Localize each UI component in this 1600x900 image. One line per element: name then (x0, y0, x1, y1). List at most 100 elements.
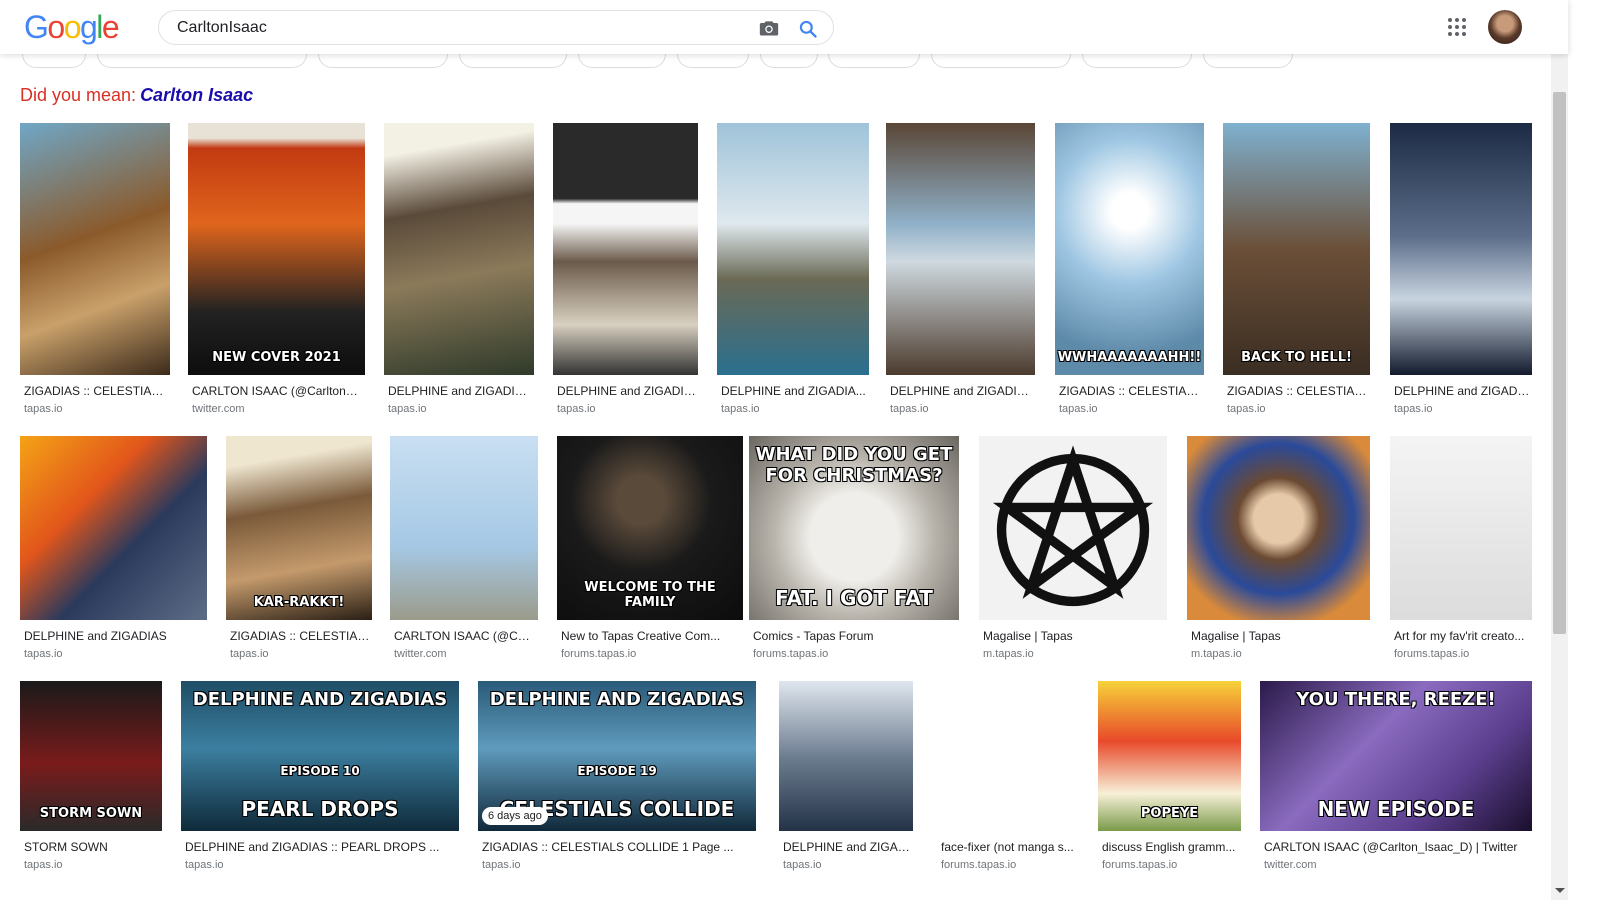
result-title[interactable]: face-fixer (not manga s... (941, 840, 1077, 854)
apps-grid-icon[interactable] (1447, 17, 1467, 37)
result-thumbnail[interactable] (886, 123, 1035, 375)
result-title[interactable]: STORM SOWN (24, 840, 160, 854)
image-result-tile[interactable]: DELPHINE and ZIGADIAS tapas.io (20, 436, 207, 664)
result-thumbnail[interactable] (20, 436, 207, 620)
result-title[interactable]: Comics - Tapas Forum (753, 629, 957, 643)
image-result-tile[interactable]: DELPHINE AND ZIGADIAS EPISODE 10 PEARL DRO… (181, 681, 459, 875)
thumbnail-art (20, 436, 207, 620)
result-thumbnail[interactable] (553, 123, 698, 375)
result-source: tapas.io (24, 859, 63, 871)
thumbnail-caption: STORM SOWN (39, 806, 143, 821)
camera-icon[interactable] (759, 19, 779, 37)
image-result-tile[interactable]: Art for my fav'rit creato... forums.tapas… (1390, 436, 1532, 664)
image-result-tile[interactable]: WWHAAAAAAAHH!! ZIGADIAS :: CELESTIALS... t… (1055, 123, 1204, 419)
account-avatar[interactable] (1488, 10, 1522, 44)
result-title[interactable]: DELPHINE and ZIGADIAS (24, 629, 205, 643)
scrollbar-thumb[interactable] (1553, 92, 1566, 634)
result-title[interactable]: DELPHINE and ZIGADIA... (557, 384, 696, 398)
image-result-tile[interactable]: KAR-RAKKT! ZIGADIAS :: CELESTIAL... tapas.… (226, 436, 372, 664)
result-thumbnail[interactable] (717, 123, 869, 375)
result-thumbnail[interactable] (979, 436, 1167, 620)
image-result-tile[interactable]: DELPHINE and ZIGADIA... tapas.io (384, 123, 534, 419)
thumbnail-caption: NEW COVER 2021 (212, 350, 341, 365)
image-result-tile[interactable]: BACK TO HELL! ZIGADIAS :: CELESTIAL... tap… (1223, 123, 1370, 419)
result-thumbnail[interactable]: WHAT DID YOU GET FOR CHRISTMAS? FAT. I GO… (749, 436, 959, 620)
search-box[interactable] (158, 10, 834, 45)
result-thumbnail[interactable]: KAR-RAKKT! (226, 436, 372, 620)
image-result-tile[interactable]: ZIGADIAS :: CELESTIALS... tapas.io (20, 123, 170, 419)
image-result-tile[interactable]: WELCOME TO THE FAMILY New to Tapas Creati… (557, 436, 743, 664)
result-title[interactable]: DELPHINE and ZIGADIA... (388, 384, 532, 398)
thumbnail-caption-top: YOU THERE, REEZE! (1296, 689, 1496, 710)
image-result-tile[interactable]: DELPHINE and ZIGADIA... tapas.io (553, 123, 698, 419)
result-title[interactable]: ZIGADIAS :: CELESTIALS... (1059, 384, 1202, 398)
thumbnail-art (1390, 436, 1532, 620)
image-result-tile[interactable]: YOU THERE, REEZE! NEW EPISODE CARLTON ISAA… (1260, 681, 1532, 875)
result-title[interactable]: ZIGADIAS :: CELESTIAL... (1227, 384, 1368, 398)
image-result-tile[interactable]: Magalise | Tapas m.tapas.io (1187, 436, 1370, 664)
result-thumbnail[interactable]: WELCOME TO THE FAMILY (557, 436, 743, 620)
image-result-tile[interactable]: DELPHINE and ZIGADIA... tapas.io (717, 123, 869, 419)
result-title[interactable]: CARLTON ISAAC (@Carlton_I... (192, 384, 363, 398)
result-thumbnail[interactable] (779, 681, 913, 831)
scroll-down-arrow-icon[interactable] (1555, 888, 1565, 893)
image-result-tile[interactable]: DELPHINE AND ZIGADIAS EPISODE 19 CELESTIAL… (478, 681, 756, 875)
result-title[interactable]: CARLTON ISAAC (@Carl... (394, 629, 536, 643)
result-thumbnail[interactable]: POPEYE (1098, 681, 1241, 831)
image-result-tile[interactable]: CARLTON ISAAC (@Carl... twitter.com (390, 436, 538, 664)
thumbnail-art (937, 681, 1079, 831)
result-title[interactable]: DELPHINE and ZIGADI... (783, 840, 911, 854)
result-title[interactable]: CARLTON ISAAC (@Carlton_Isaac_D) | Twitt… (1264, 840, 1530, 854)
thumbnail-art (886, 123, 1035, 375)
result-thumbnail[interactable] (1187, 436, 1370, 620)
result-thumbnail[interactable] (384, 123, 534, 375)
image-result-tile[interactable]: DELPHINE and ZIGADI... tapas.io (779, 681, 913, 875)
result-source: forums.tapas.io (1394, 648, 1470, 660)
google-logo[interactable]: Google (24, 9, 120, 45)
logo-letter: g (79, 9, 98, 45)
page-scrollbar[interactable] (1551, 0, 1568, 900)
result-title[interactable]: Magalise | Tapas (983, 629, 1165, 643)
result-title[interactable]: discuss English gramm... (1102, 840, 1239, 854)
image-result-tile[interactable]: POPEYE discuss English gramm... forums.tap… (1098, 681, 1241, 875)
result-thumbnail[interactable]: DELPHINE AND ZIGADIAS EPISODE 19 CELESTIAL… (478, 681, 756, 831)
result-thumbnail[interactable] (1390, 123, 1532, 375)
image-result-tile[interactable]: STORM SOWN STORM SOWN tapas.io (20, 681, 162, 875)
result-thumbnail[interactable]: STORM SOWN (20, 681, 162, 831)
image-result-tile[interactable]: NEW COVER 2021 CARLTON ISAAC (@Carlton_I.… (188, 123, 365, 419)
image-result-tile[interactable]: DELPHINE and ZIGADI... tapas.io (1390, 123, 1532, 419)
result-thumbnail[interactable]: NEW COVER 2021 (188, 123, 365, 375)
result-title[interactable]: DELPHINE and ZIGADIAS :: PEARL DROPS ... (185, 840, 457, 854)
search-input[interactable] (177, 17, 737, 39)
result-title[interactable]: New to Tapas Creative Com... (561, 629, 741, 643)
result-thumbnail[interactable] (1390, 436, 1532, 620)
result-title[interactable]: ZIGADIAS :: CELESTIAL... (230, 629, 370, 643)
thumbnail-caption-sub: EPISODE 10 (280, 764, 360, 778)
result-thumbnail[interactable] (20, 123, 170, 375)
result-source: forums.tapas.io (1102, 859, 1178, 871)
result-thumbnail[interactable] (390, 436, 538, 620)
result-title[interactable]: DELPHINE and ZIGADIA... (890, 384, 1033, 398)
image-result-tile[interactable]: DELPHINE and ZIGADIA... tapas.io (886, 123, 1035, 419)
result-title[interactable]: Art for my fav'rit creato... (1394, 629, 1530, 643)
result-thumbnail[interactable]: YOU THERE, REEZE! NEW EPISODE (1260, 681, 1532, 831)
image-result-tile[interactable]: Magalise | Tapas m.tapas.io (979, 436, 1167, 664)
search-icon[interactable] (798, 19, 818, 39)
spelling-suggestion-link[interactable]: Carlton Isaac (140, 85, 253, 105)
result-title[interactable]: Magalise | Tapas (1191, 629, 1368, 643)
image-result-tile[interactable]: WHAT DID YOU GET FOR CHRISTMAS? FAT. I GO… (749, 436, 959, 664)
result-title[interactable]: DELPHINE and ZIGADI... (1394, 384, 1530, 398)
result-thumbnail[interactable] (937, 681, 1079, 831)
logo-letter: o (63, 9, 82, 45)
result-thumbnail[interactable]: DELPHINE AND ZIGADIAS EPISODE 10 PEARL DRO… (181, 681, 459, 831)
thumbnail-art (226, 436, 372, 620)
result-title[interactable]: DELPHINE and ZIGADIA... (721, 384, 867, 398)
result-title[interactable]: ZIGADIAS :: CELESTIALS COLLIDE 1 Page ..… (482, 840, 754, 854)
result-title[interactable]: ZIGADIAS :: CELESTIALS... (24, 384, 168, 398)
image-result-tile[interactable]: face-fixer (not manga s... forums.tapas.i… (937, 681, 1079, 875)
result-source: twitter.com (1264, 859, 1317, 871)
result-thumbnail[interactable]: BACK TO HELL! (1223, 123, 1370, 375)
result-thumbnail[interactable]: WWHAAAAAAAHH!! (1055, 123, 1204, 375)
result-source: tapas.io (890, 403, 929, 415)
thumbnail-art (1390, 123, 1532, 375)
